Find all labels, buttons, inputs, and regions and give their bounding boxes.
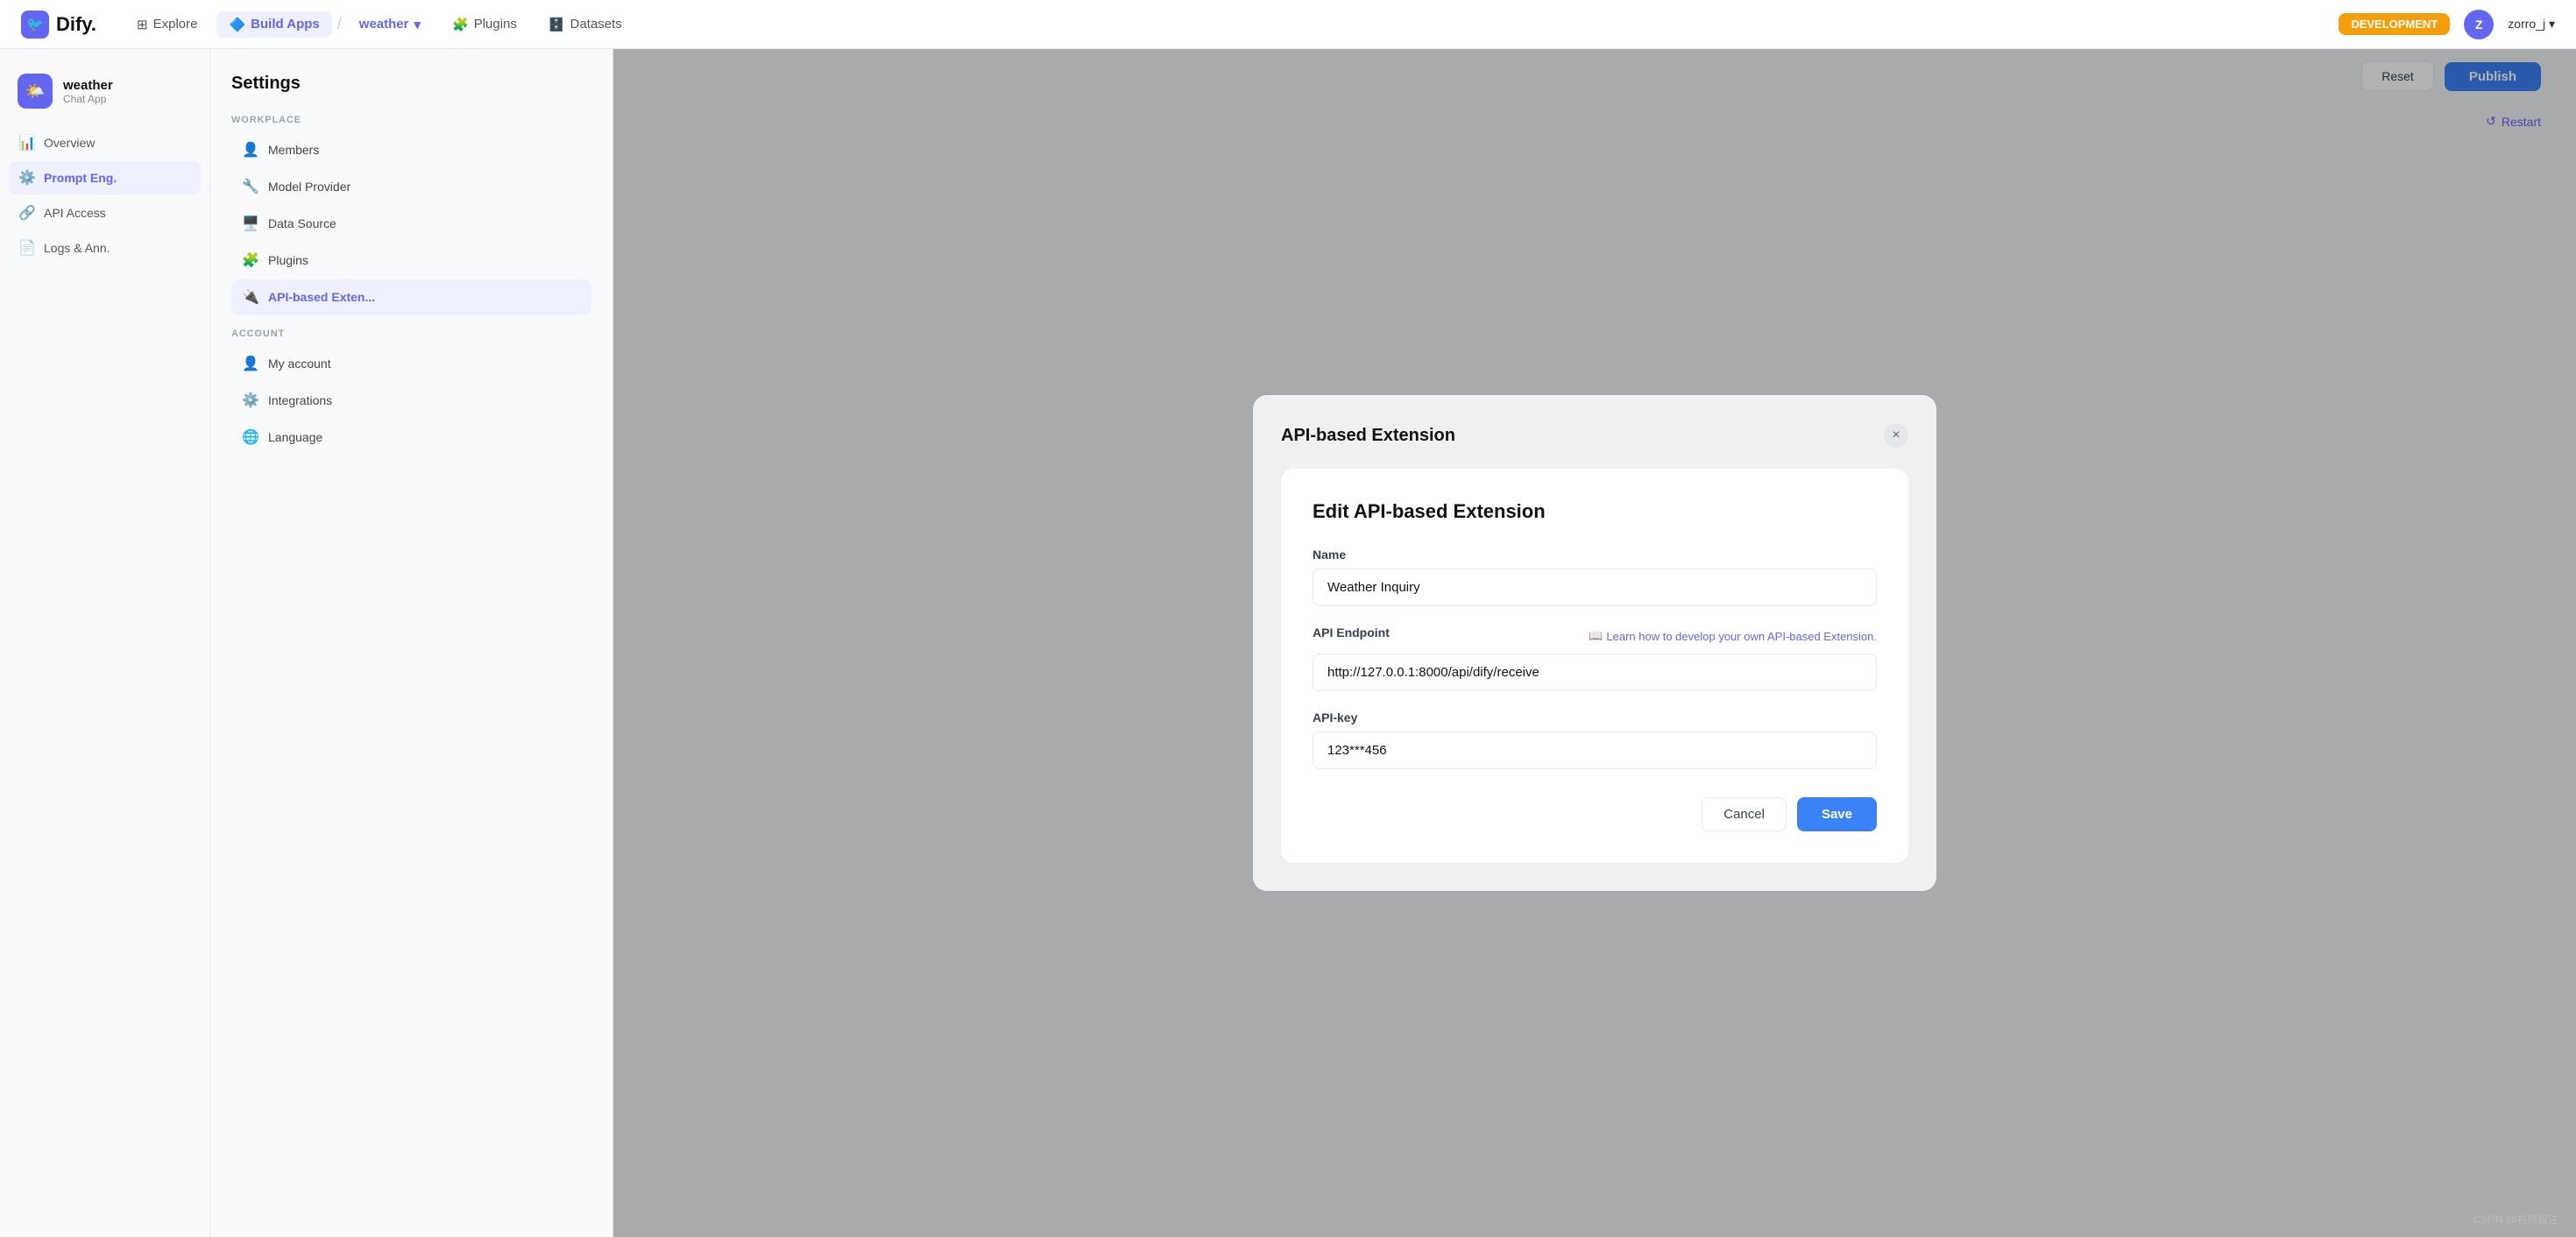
settings-item-my-account[interactable]: 👤 My account bbox=[231, 346, 591, 381]
settings-item-api-based-exten[interactable]: 🔌 API-based Exten... bbox=[231, 279, 591, 315]
language-icon: 🌐 bbox=[242, 428, 259, 446]
app-name: weather bbox=[63, 78, 113, 93]
settings-item-data-source[interactable]: 🖥️ Data Source bbox=[231, 206, 591, 241]
user-chevron-icon: ▾ bbox=[2549, 17, 2555, 31]
name-form-group: Name bbox=[1313, 548, 1877, 606]
api-endpoint-row: API Endpoint 📖 Learn how to develop your… bbox=[1313, 626, 1877, 647]
inner-modal: Edit API-based Extension Name API Endpoi… bbox=[1281, 469, 1908, 863]
cancel-button[interactable]: Cancel bbox=[1702, 797, 1787, 831]
data-source-icon: 🖥️ bbox=[242, 215, 259, 232]
settings-item-integrations[interactable]: ⚙️ Integrations bbox=[231, 383, 591, 418]
sidebar-item-api-access[interactable]: 🔗 API Access bbox=[9, 196, 201, 230]
outer-modal: API-based Extension × Edit API-based Ext… bbox=[1253, 395, 1936, 891]
datasets-nav-icon: 🗄️ bbox=[548, 17, 565, 32]
app-icon: 🌤️ bbox=[18, 74, 53, 109]
logo-text: Dify. bbox=[56, 13, 96, 36]
settings-item-language[interactable]: 🌐 Language bbox=[231, 420, 591, 455]
sidebar-label-api-access: API Access bbox=[44, 206, 106, 220]
api-key-form-group: API-key bbox=[1313, 710, 1877, 769]
logo[interactable]: 🐦 Dify. bbox=[21, 11, 96, 39]
modal-actions: Cancel Save bbox=[1313, 797, 1877, 831]
watermark: CSDN @右侧权注 bbox=[2473, 1212, 2558, 1226]
plugins-settings-icon: 🧩 bbox=[242, 251, 259, 269]
sidebar-label-prompt-eng: Prompt Eng. bbox=[44, 171, 117, 185]
sidebar-label-logs-ann: Logs & Ann. bbox=[44, 241, 110, 255]
my-account-icon: 👤 bbox=[242, 355, 259, 372]
sidebar: 🌤️ weather Chat App 📊 Overview ⚙️ Prompt… bbox=[0, 49, 210, 1237]
user-name: zorro_j ▾ bbox=[2508, 17, 2555, 32]
navbar-nav: ⊞ Explore 🔷 Build Apps / weather ▾ 🧩 Plu… bbox=[124, 11, 634, 38]
sidebar-item-prompt-eng[interactable]: ⚙️ Prompt Eng. bbox=[9, 161, 201, 194]
sidebar-item-logs-ann[interactable]: 📄 Logs & Ann. bbox=[9, 231, 201, 265]
api-access-icon: 🔗 bbox=[19, 205, 35, 221]
learn-icon: 📖 bbox=[1589, 629, 1603, 643]
plugins-nav-icon: 🧩 bbox=[452, 17, 469, 32]
name-input[interactable] bbox=[1313, 569, 1877, 606]
build-apps-icon: 🔷 bbox=[229, 17, 245, 32]
api-key-input[interactable] bbox=[1313, 732, 1877, 769]
sidebar-nav: 📊 Overview ⚙️ Prompt Eng. 🔗 API Access 📄… bbox=[0, 126, 209, 265]
api-key-label: API-key bbox=[1313, 710, 1877, 725]
modal-header: API-based Extension × bbox=[1281, 423, 1908, 448]
navbar-right: DEVELOPMENT Z zorro_j ▾ bbox=[2339, 10, 2555, 39]
inner-modal-title: Edit API-based Extension bbox=[1313, 500, 1877, 523]
settings-item-plugins[interactable]: 🧩 Plugins bbox=[231, 243, 591, 278]
account-section-label: ACCOUNT bbox=[231, 329, 591, 339]
api-endpoint-input[interactable] bbox=[1313, 654, 1877, 691]
learn-link[interactable]: 📖 Learn how to develop your own API-base… bbox=[1589, 629, 1877, 643]
explore-icon: ⊞ bbox=[137, 17, 148, 32]
api-endpoint-label: API Endpoint bbox=[1313, 626, 1390, 640]
app-info: weather Chat App bbox=[63, 78, 113, 105]
nav-plugins[interactable]: 🧩 Plugins bbox=[440, 11, 529, 38]
nav-build-apps[interactable]: 🔷 Build Apps bbox=[216, 11, 331, 38]
nav-explore[interactable]: ⊞ Explore bbox=[124, 11, 209, 38]
modal-close-button[interactable]: × bbox=[1884, 423, 1908, 448]
app-header: 🌤️ weather Chat App bbox=[0, 63, 209, 126]
integrations-icon: ⚙️ bbox=[242, 392, 259, 409]
api-based-exten-icon: 🔌 bbox=[242, 288, 259, 306]
settings-title: Settings bbox=[231, 74, 591, 94]
navbar: 🐦 Dify. ⊞ Explore 🔷 Build Apps / weather… bbox=[0, 0, 2576, 49]
nav-app-name[interactable]: weather ▾ bbox=[347, 11, 433, 38]
settings-panel: Settings WORKPLACE 👤 Members 🔧 Model Pro… bbox=[210, 49, 613, 1237]
nav-datasets[interactable]: 🗄️ Datasets bbox=[536, 11, 634, 38]
nav-breadcrumb: 🔷 Build Apps / weather ▾ bbox=[216, 11, 433, 38]
prompt-eng-icon: ⚙️ bbox=[19, 170, 35, 186]
breadcrumb-separator: / bbox=[337, 15, 342, 33]
settings-item-model-provider[interactable]: 🔧 Model Provider bbox=[231, 169, 591, 204]
outer-modal-title: API-based Extension bbox=[1281, 426, 1455, 446]
sidebar-item-overview[interactable]: 📊 Overview bbox=[9, 126, 201, 159]
dev-badge: DEVELOPMENT bbox=[2339, 13, 2450, 35]
save-button[interactable]: Save bbox=[1797, 797, 1877, 831]
avatar: Z bbox=[2464, 10, 2494, 39]
workplace-section-label: WORKPLACE bbox=[231, 115, 591, 125]
logs-ann-icon: 📄 bbox=[19, 240, 35, 256]
app-type: Chat App bbox=[63, 93, 113, 105]
overview-icon: 📊 bbox=[19, 135, 35, 151]
logo-icon: 🐦 bbox=[21, 11, 49, 39]
model-provider-icon: 🔧 bbox=[242, 178, 259, 195]
sidebar-label-overview: Overview bbox=[44, 136, 95, 150]
settings-item-members[interactable]: 👤 Members bbox=[231, 132, 591, 167]
api-endpoint-form-group: API Endpoint 📖 Learn how to develop your… bbox=[1313, 626, 1877, 691]
modal-backdrop: API-based Extension × Edit API-based Ext… bbox=[613, 49, 2576, 1237]
members-icon: 👤 bbox=[242, 141, 259, 159]
name-label: Name bbox=[1313, 548, 1877, 562]
chevron-down-icon: ▾ bbox=[414, 17, 421, 32]
